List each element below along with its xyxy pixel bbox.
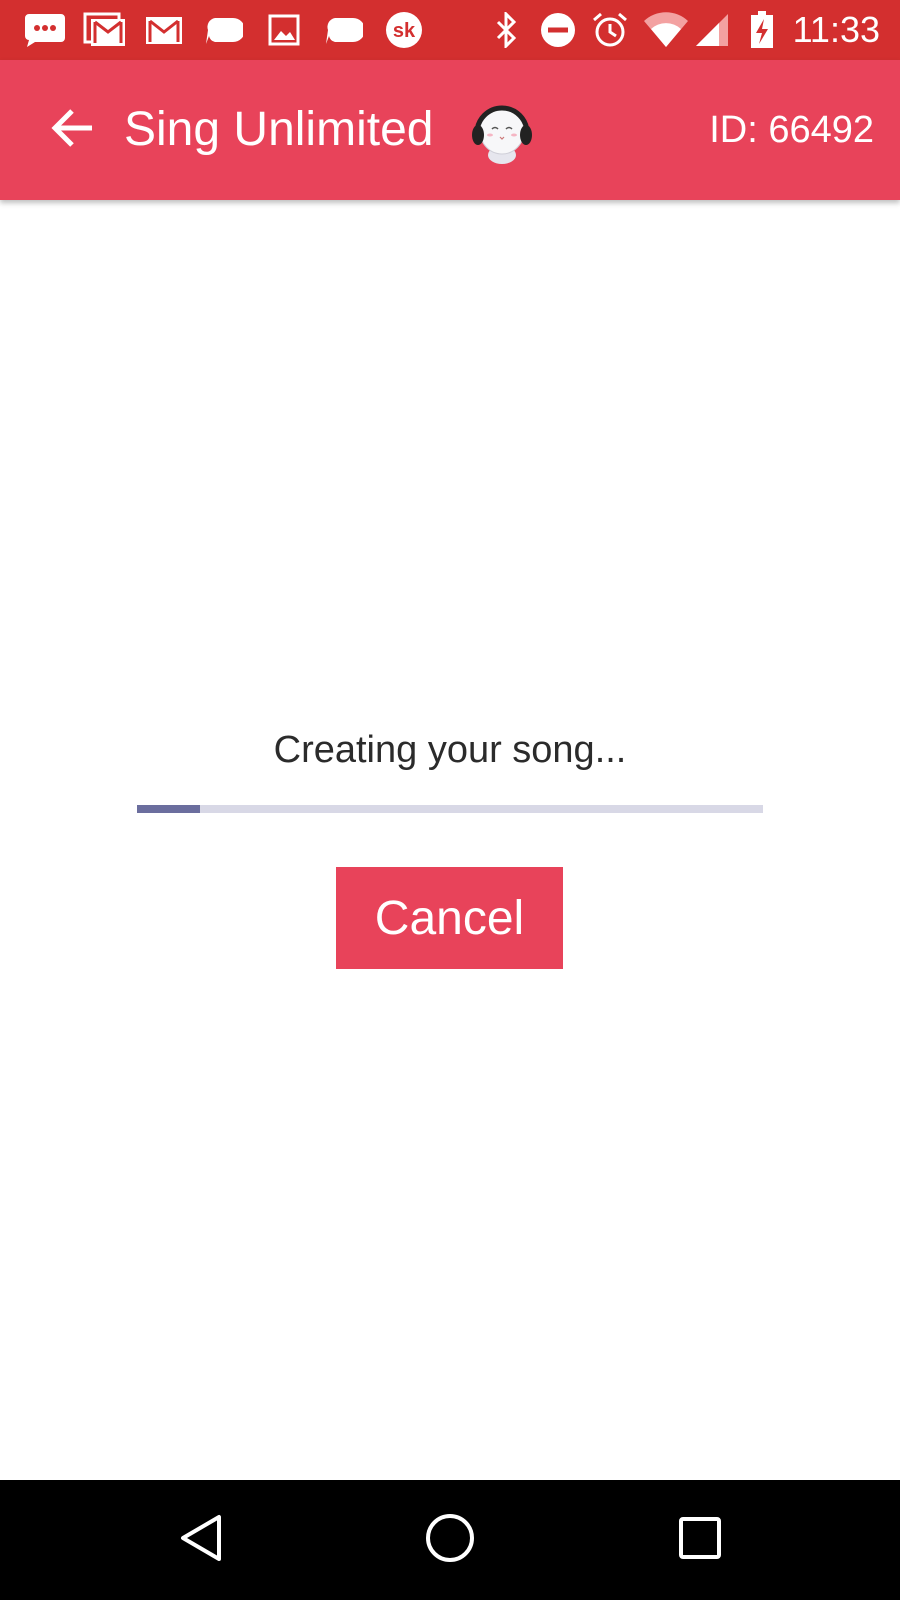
screen: sk 11:33 Sing Unlimited ID: 66492 Creati… — [0, 0, 900, 1600]
recents-square-icon — [677, 1515, 723, 1566]
progress-bar — [137, 805, 763, 813]
battery-charging-icon — [748, 10, 776, 50]
image-icon — [266, 10, 302, 50]
svg-text:sk: sk — [393, 20, 416, 42]
gmail-icon — [144, 10, 184, 50]
sk-app-icon: sk — [384, 10, 424, 50]
progress-bar-fill — [137, 805, 200, 813]
user-id-label: ID: 66492 — [709, 109, 874, 151]
gmail-multi-icon — [82, 10, 128, 50]
progress-status-text: Creating your song... — [273, 729, 627, 771]
app-bar: Sing Unlimited ID: 66492 — [0, 60, 900, 200]
chat-bubble-dots-icon — [22, 10, 68, 50]
message-bubble-icon — [204, 10, 244, 50]
back-triangle-icon — [177, 1513, 225, 1568]
cell-signal-icon — [694, 10, 730, 50]
status-bar: sk 11:33 — [0, 0, 900, 60]
nav-back-button[interactable] — [161, 1500, 241, 1580]
home-circle-icon — [424, 1512, 476, 1569]
message-bubble-icon — [324, 10, 364, 50]
back-button[interactable] — [38, 96, 106, 164]
arrow-left-icon — [50, 108, 94, 153]
alarm-icon — [590, 10, 630, 50]
bluetooth-icon — [490, 10, 522, 50]
cancel-button[interactable]: Cancel — [336, 867, 563, 969]
app-title: Sing Unlimited — [124, 103, 434, 156]
do-not-disturb-icon — [538, 10, 578, 50]
wifi-icon — [642, 10, 690, 50]
navigation-bar — [0, 1480, 900, 1600]
nav-recents-button[interactable] — [660, 1500, 740, 1580]
nav-home-button[interactable] — [410, 1500, 490, 1580]
status-time: 11:33 — [792, 9, 880, 50]
mascot-logo — [468, 95, 536, 165]
